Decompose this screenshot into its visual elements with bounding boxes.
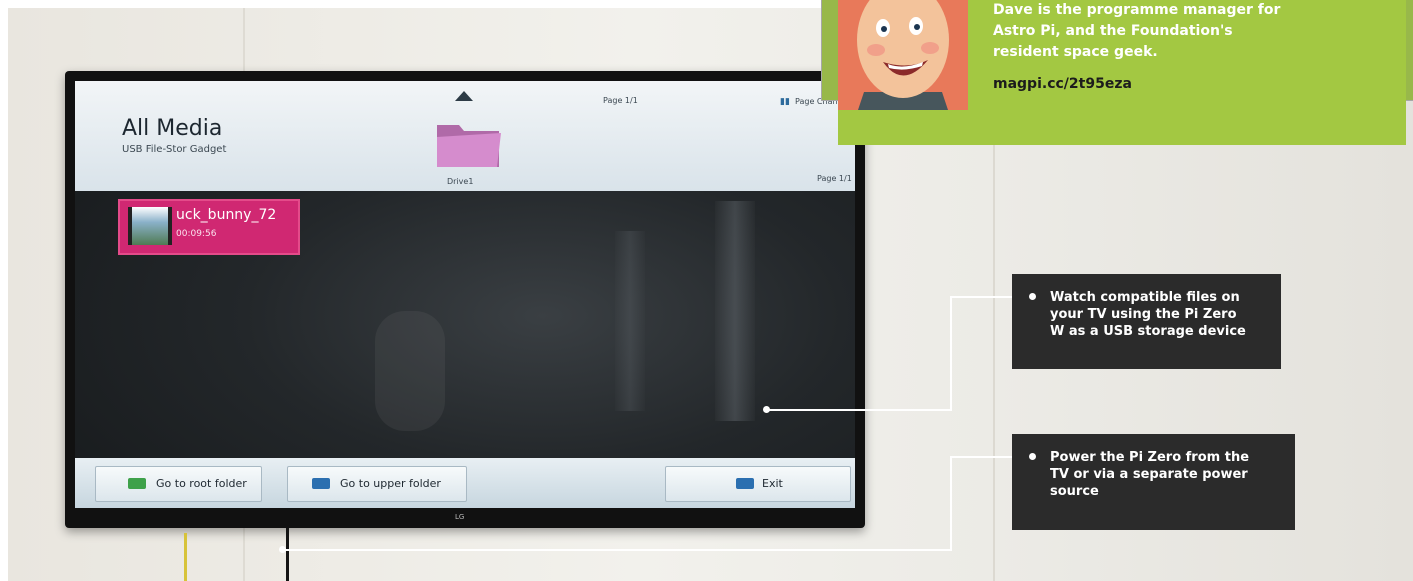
tv-logo: LG: [455, 513, 465, 521]
device-name: USB File-Stor Gadget: [122, 144, 227, 155]
callout-connector: [950, 456, 952, 551]
folder-label: Drive1: [447, 177, 474, 186]
callout-connector: [768, 409, 950, 411]
go-root-folder-button[interactable]: Go to root folder: [95, 466, 262, 502]
go-upper-folder-button[interactable]: Go to upper folder: [287, 466, 467, 502]
green-key-icon: [128, 478, 146, 489]
usb-cable: [286, 528, 289, 581]
media-header: All Media USB File-Stor Gadget Drive1 Pa…: [75, 81, 855, 191]
screen-reflection: [375, 311, 445, 431]
go-root-folder-label: Go to root folder: [156, 477, 247, 490]
callout-dot: [279, 546, 286, 553]
author-link[interactable]: magpi.cc/2t95eza: [993, 76, 1132, 92]
media-name: uck_bunny_72: [176, 207, 277, 223]
page-indicator: Page 1/1: [817, 174, 852, 183]
callout-dot: [763, 406, 770, 413]
screen-reflection: [715, 201, 755, 421]
author-bio: Dave is the programme manager for Astro …: [993, 2, 1281, 60]
folder-icon[interactable]: [433, 111, 503, 171]
page-change-icon: ▮▮: [780, 97, 790, 107]
page-title: All Media: [122, 116, 223, 141]
callout-dot: [1029, 293, 1036, 300]
page-indicator: Page 1/1: [603, 96, 638, 105]
media-duration: 00:09:56: [176, 229, 217, 239]
callout-text: Power the Pi Zero from the TV or via a s…: [1050, 450, 1250, 499]
exit-icon: [736, 478, 754, 489]
callout-dot: [1029, 453, 1036, 460]
callout-power: Power the Pi Zero from the TV or via a s…: [1012, 434, 1295, 530]
bottom-bar: Go to root folder Go to upper folder Exi…: [75, 458, 855, 508]
up-arrow-icon[interactable]: [455, 91, 473, 101]
callout-connector: [950, 296, 952, 411]
callout-text: Watch compatible files on your TV using …: [1050, 290, 1246, 339]
go-upper-folder-label: Go to upper folder: [340, 477, 441, 490]
media-tile[interactable]: uck_bunny_72 00:09:56: [118, 199, 300, 255]
callout-usb-storage: Watch compatible files on your TV using …: [1012, 274, 1281, 369]
cartoon-face-icon: [838, 0, 968, 110]
back-icon: [312, 478, 330, 489]
yellow-cable: [184, 533, 187, 581]
screen-reflection: [615, 231, 645, 411]
tv-screen: All Media USB File-Stor Gadget Drive1 Pa…: [75, 81, 855, 508]
exit-button[interactable]: Exit: [665, 466, 851, 502]
television: All Media USB File-Stor Gadget Drive1 Pa…: [65, 71, 865, 528]
video-thumbnail: [128, 207, 172, 245]
author-avatar: [838, 0, 968, 110]
callout-connector: [283, 549, 950, 551]
exit-label: Exit: [762, 477, 783, 490]
